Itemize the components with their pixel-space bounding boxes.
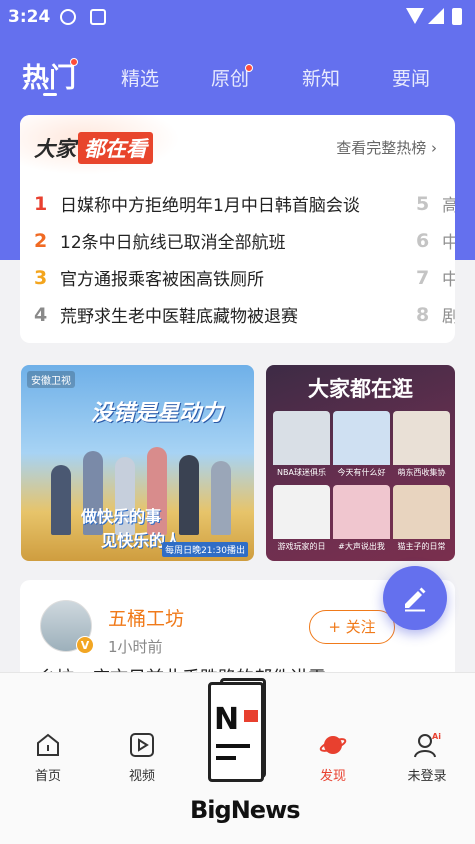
hot-item[interactable]: 1 日媒称中方拒绝明年1月中日韩首脑会谈 <box>34 185 394 222</box>
tab-original[interactable]: 原创 <box>211 64 254 91</box>
watermark-label: BigNews <box>190 796 301 824</box>
airtime-label: 每周日晚21:30播出 <box>162 542 248 557</box>
community-name: 猫主子的日常 <box>397 542 446 551</box>
status-time: 3:24 <box>8 7 51 27</box>
nav-label: 未登录 <box>407 769 447 784</box>
hot-item-title: 日媒称中方拒绝明年1月中日韩首脑会谈 <box>60 196 360 216</box>
hot-item[interactable]: 7 中 <box>416 259 455 296</box>
community-name: 萌东西收集协 <box>397 468 446 477</box>
nav-home[interactable]: 首页 <box>13 731 83 784</box>
user-ai-icon: Ai <box>414 732 441 758</box>
author-name[interactable]: 五桶工坊 <box>108 604 184 631</box>
hot-item-title: 高 <box>442 196 455 216</box>
follow-button[interactable]: + 关注 <box>309 610 395 644</box>
community-tile[interactable]: 萌东西收集协 <box>393 411 450 481</box>
hot-list-card: 大家 都在看 查看完整热榜 › 1 日媒称中方拒绝明年1月中日韩首脑会谈 2 1… <box>20 115 455 343</box>
community-tile[interactable]: 游戏玩家的日 <box>273 485 330 555</box>
rank-number: 8 <box>416 303 430 326</box>
community-name: 今天有什么好 <box>337 468 386 477</box>
tab-headlines[interactable]: 要闻 <box>392 64 430 91</box>
community-tile[interactable]: 今天有什么好 <box>333 411 390 481</box>
tab-label: 热门 <box>22 63 76 94</box>
notification-app-icon <box>60 9 76 25</box>
community-tile[interactable]: #大声说出我 <box>333 485 390 555</box>
hot-list-next-page: 5 高 6 中 7 中 8 剧 <box>416 185 455 333</box>
hot-list: 1 日媒称中方拒绝明年1月中日韩首脑会谈 2 12条中日航线已取消全部航班 3 … <box>34 185 394 333</box>
show-promo-banner[interactable]: 安徽卫视 没错是星动力 做快乐的事 见快乐的人 每周日晚21:30播出 <box>21 365 254 561</box>
tab-new-dot <box>70 58 78 66</box>
community-tile[interactable]: 猫主子的日常 <box>393 485 450 555</box>
svg-text:Ai: Ai <box>432 732 441 741</box>
wifi-icon <box>406 8 424 24</box>
nav-label: 首页 <box>34 769 61 784</box>
status-bar: 3:24 <box>0 0 475 34</box>
post-time: 1小时前 <box>108 638 163 656</box>
tab-label: 原创 <box>211 68 250 90</box>
community-name: 游戏玩家的日 <box>277 542 326 551</box>
banner-title: 大家都在逛 <box>308 377 413 401</box>
verified-badge: V <box>76 636 94 654</box>
signal-icon <box>428 8 444 24</box>
notification-a-icon <box>90 9 106 25</box>
community-name: NBA球迷俱乐 <box>277 468 326 477</box>
bignews-watermark-logo: N BigNews <box>190 678 301 838</box>
hot-item-title: 12条中日航线已取消全部航班 <box>60 233 286 253</box>
tab-label: 要闻 <box>392 68 431 90</box>
station-logo: 安徽卫视 <box>27 371 75 388</box>
hot-item-title: 官方通报乘客被困高铁厕所 <box>60 270 264 290</box>
community-tile[interactable]: NBA球迷俱乐 <box>273 411 330 481</box>
tab-label: 精选 <box>121 68 160 90</box>
hot-item[interactable]: 4 荒野求生老中医鞋底藏物被退赛 <box>34 296 394 333</box>
show-slogan: 做快乐的事 <box>81 507 162 526</box>
compose-button[interactable] <box>383 566 447 630</box>
nav-profile[interactable]: Ai 未登录 <box>392 731 462 784</box>
tab-new-dot <box>245 64 254 72</box>
nav-video[interactable]: 视频 <box>107 731 177 784</box>
rank-number: 5 <box>416 192 430 215</box>
tab-featured[interactable]: 精选 <box>121 64 159 91</box>
home-icon <box>37 733 59 756</box>
tab-label: 新知 <box>302 68 341 90</box>
tab-hot[interactable]: 热门 <box>22 56 78 95</box>
rank-number: 1 <box>34 192 48 215</box>
active-tab-indicator <box>43 93 57 96</box>
hot-item-title: 荒野求生老中医鞋底藏物被退赛 <box>60 307 298 327</box>
pencil-icon <box>405 587 426 612</box>
hot-item-title: 中 <box>442 233 455 253</box>
category-tabs: 热门 精选 原创 新知 要闻 <box>0 52 475 102</box>
tab-knowledge[interactable]: 新知 <box>302 64 340 91</box>
rank-number: 2 <box>34 229 48 252</box>
hot-item[interactable]: 3 官方通报乘客被困高铁厕所 <box>34 259 394 296</box>
nav-label: 视频 <box>128 769 155 784</box>
hot-item[interactable]: 5 高 <box>416 185 455 222</box>
see-full-list-link[interactable]: 查看完整热榜 › <box>336 137 437 158</box>
everyone-browsing-banner[interactable]: 大家都在逛 NBA球迷俱乐 今天有什么好 萌东西收集协 游戏玩家的日 #大声说出… <box>266 365 455 561</box>
rank-number: 3 <box>34 266 48 289</box>
hot-item-title: 剧 <box>442 307 455 327</box>
nav-label: 发现 <box>319 769 346 784</box>
rank-number: 7 <box>416 266 430 289</box>
show-title: 没错是星动力 <box>91 401 224 426</box>
rank-number: 6 <box>416 229 430 252</box>
hot-item[interactable]: 2 12条中日航线已取消全部航班 <box>34 222 394 259</box>
hot-item-title: 中 <box>442 270 455 290</box>
discover-planet-icon <box>319 736 347 754</box>
nav-discover[interactable]: 发现 <box>298 731 368 784</box>
hot-item[interactable]: 8 剧 <box>416 296 455 333</box>
everyone-watching-logo: 大家 都在看 <box>34 132 153 164</box>
battery-icon <box>452 8 462 25</box>
community-grid: NBA球迷俱乐 今天有什么好 萌东西收集协 游戏玩家的日 #大声说出我 猫主子的… <box>273 411 450 555</box>
hot-item[interactable]: 6 中 <box>416 222 455 259</box>
video-icon <box>130 733 154 757</box>
rank-number: 4 <box>34 303 48 326</box>
community-name: #大声说出我 <box>338 542 385 551</box>
